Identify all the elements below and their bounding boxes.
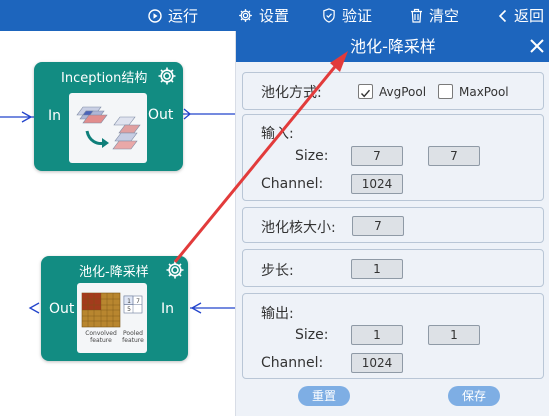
maxpool-label[interactable]: MaxPool — [459, 85, 509, 99]
input-size-width-field[interactable]: 7 — [351, 146, 403, 166]
gear-icon — [239, 9, 252, 22]
run-button[interactable]: 运行 — [148, 0, 198, 31]
pool-node[interactable]: 池化-降采样 Out In 1 7 5 Convolved feature Po… — [41, 256, 188, 361]
save-button[interactable]: 保存 — [448, 386, 500, 406]
inception-node-title: Inception结构 — [61, 71, 148, 86]
back-label: 返回 — [514, 7, 545, 25]
inception-diagram-icon — [76, 106, 141, 150]
gear-icon[interactable] — [157, 66, 177, 86]
inception-in-label: In — [48, 108, 62, 124]
pool-in-label: In — [161, 301, 175, 317]
pool-method-section: 池化方式: AvgPool MaxPool — [242, 72, 544, 110]
panel-header: 池化-降采样 — [236, 31, 549, 62]
top-toolbar: 运行 设置 验证 清空 返回 — [0, 0, 549, 31]
kernel-size-section: 池化核大小: 7 — [242, 207, 544, 243]
output-size-height-field[interactable]: 1 — [428, 325, 480, 345]
chevron-left-icon — [498, 9, 507, 22]
inception-thumbnail — [69, 93, 147, 163]
run-label: 运行 — [168, 7, 199, 25]
maxpool-checkbox[interactable] — [438, 84, 453, 99]
output-size-label: Size: — [295, 327, 329, 343]
avgpool-checkbox[interactable] — [358, 84, 373, 99]
clear-button[interactable]: 清空 — [410, 0, 459, 31]
validate-label: 验证 — [342, 7, 373, 25]
pooled-feature-caption: Pooled feature — [122, 330, 144, 344]
pool-node-title: 池化-降采样 — [79, 265, 149, 280]
settings-label: 设置 — [259, 7, 290, 25]
output-section: 输出: Size: 1 1 Channel: 1024 — [242, 293, 544, 379]
shield-check-icon — [323, 8, 335, 23]
kernel-size-label: 池化核大小: — [261, 220, 336, 236]
graph-canvas[interactable]: Inception结构 In Out 池化-降采样 Out In 1 7 5 C… — [0, 31, 235, 416]
play-circle-icon — [148, 8, 162, 23]
output-size-width-field[interactable]: 1 — [351, 325, 403, 345]
pool-grid-cell-3: 5 — [127, 306, 131, 313]
convolved-feature-caption: Convolved feature — [85, 330, 117, 344]
output-channel-field[interactable]: 1024 — [351, 353, 403, 373]
input-size-height-field[interactable]: 7 — [428, 146, 480, 166]
pool-thumbnail: 1 7 5 Convolved feature Pooled feature — [77, 283, 147, 353]
clear-label: 清空 — [429, 7, 460, 25]
input-channel-label: Channel: — [261, 176, 324, 192]
stride-field[interactable]: 1 — [351, 259, 403, 279]
output-channel-label: Channel: — [261, 355, 324, 371]
avgpool-label[interactable]: AvgPool — [379, 85, 426, 99]
reset-button[interactable]: 重置 — [298, 386, 350, 406]
input-section: 输入: Size: 7 7 Channel: 1024 — [242, 114, 544, 201]
gear-icon[interactable] — [165, 260, 185, 280]
pool-grid-cell-1: 1 — [127, 298, 131, 305]
input-title: 输入: — [261, 126, 294, 142]
checkmark-icon — [360, 89, 371, 98]
close-icon[interactable] — [528, 37, 546, 55]
panel-title: 池化-降采样 — [350, 37, 436, 56]
trash-icon — [411, 8, 422, 23]
pool-out-port-icon — [28, 302, 40, 314]
input-size-label: Size: — [295, 148, 329, 164]
back-button[interactable]: 返回 — [498, 0, 544, 31]
stride-label: 步长: — [261, 263, 294, 279]
pool-out-label: Out — [49, 301, 75, 317]
input-channel-field[interactable]: 1024 — [351, 174, 403, 194]
validate-button[interactable]: 验证 — [322, 0, 372, 31]
pool-settings-panel: 池化-降采样 池化方式: AvgPool MaxPool 输入: Size: 7… — [235, 31, 549, 416]
output-title: 输出: — [261, 306, 294, 322]
stride-section: 步长: 1 — [242, 249, 544, 287]
settings-button[interactable]: 设置 — [238, 0, 289, 31]
inception-node[interactable]: Inception结构 In Out — [34, 62, 183, 171]
pool-grid-cell-2: 7 — [136, 298, 140, 305]
kernel-size-field[interactable]: 7 — [352, 216, 404, 236]
pool-method-label: 池化方式: — [261, 85, 322, 101]
inception-out-label: Out — [148, 107, 174, 123]
